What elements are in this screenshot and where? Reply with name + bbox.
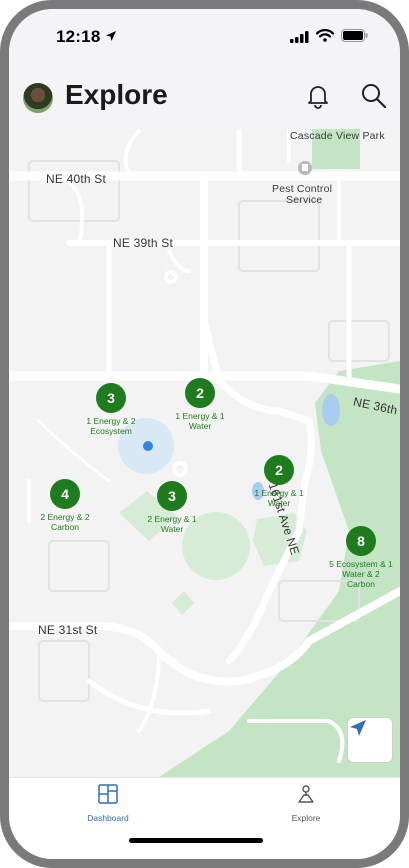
tab-explore-label: Explore — [291, 813, 321, 823]
tab-bar: Dashboard Explore — [9, 777, 400, 859]
app-header: Explore — [9, 69, 400, 121]
map-cluster[interactable]: 4 2 Energy & 2 Carbon — [10, 479, 120, 532]
tab-dashboard[interactable]: Dashboard — [48, 784, 168, 823]
home-indicator — [129, 838, 263, 843]
battery-icon — [341, 29, 368, 47]
map-cluster[interactable]: 2 1 Energy & 1 Water — [224, 455, 334, 508]
bell-icon[interactable] — [307, 83, 329, 114]
map-cluster[interactable]: 8 5 Ecosystem & 1 Water & 2 Carbon — [306, 526, 400, 589]
screen: 12:18 Explore Cascade View Park Pest Con… — [9, 9, 400, 859]
map-view[interactable]: Cascade View Park Pest Control Service N… — [9, 121, 400, 777]
map-label-ne-40th: NE 40th St — [46, 172, 107, 186]
map-label-park: Cascade View Park — [290, 130, 385, 142]
signal-icon — [290, 30, 310, 48]
map-label-ne-31st: NE 31st St — [38, 623, 98, 637]
avatar[interactable] — [23, 83, 53, 113]
map-canvas — [9, 128, 400, 777]
tab-dashboard-label: Dashboard — [87, 813, 129, 823]
explore-icon — [296, 785, 316, 808]
map-cluster[interactable]: 2 1 Energy & 1 Water — [145, 378, 255, 431]
status-bar: 12:18 — [9, 9, 400, 65]
dashboard-icon — [98, 784, 118, 808]
map-cluster[interactable]: 3 2 Energy & 1 Water — [117, 481, 227, 534]
map-label-ne-39th: NE 39th St — [113, 236, 174, 250]
tab-explore[interactable]: Explore — [246, 784, 366, 823]
location-arrow-icon — [105, 29, 117, 47]
search-icon[interactable] — [361, 83, 387, 114]
wifi-icon — [315, 29, 335, 47]
phone-frame: 12:18 Explore Cascade View Park Pest Con… — [0, 0, 409, 868]
status-time: 12:18 — [56, 27, 101, 46]
page-title: Explore — [65, 79, 168, 110]
map-label-pest-control-2: Service — [286, 194, 323, 206]
recenter-button[interactable] — [347, 717, 393, 763]
